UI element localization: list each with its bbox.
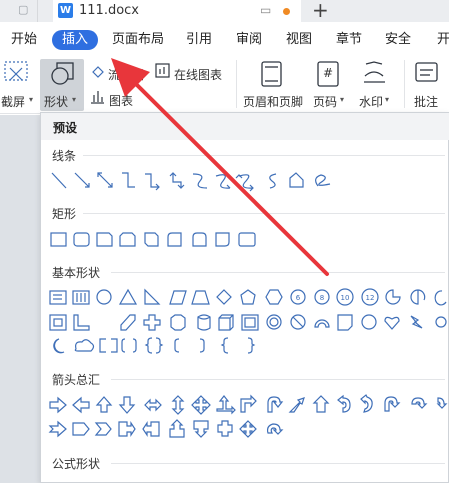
decagon-number: 10 <box>341 294 350 302</box>
arrow-shapes-row-2[interactable] <box>48 419 284 438</box>
dodecagon-number: 12 <box>366 294 375 302</box>
heptagon-number: 6 <box>296 294 301 302</box>
rectangle-shapes[interactable] <box>50 232 256 247</box>
octagon-number: 8 <box>320 294 324 302</box>
arrow-shapes-row-1[interactable] <box>49 394 448 415</box>
basic-shapes-row-2[interactable] <box>49 314 447 331</box>
line-shapes[interactable] <box>51 172 331 192</box>
basic-shapes-row-3[interactable] <box>53 337 256 354</box>
basic-shapes-row-1[interactable] <box>49 288 283 305</box>
shape-gallery-glyphs: 6 8 10 12 <box>48 172 448 438</box>
